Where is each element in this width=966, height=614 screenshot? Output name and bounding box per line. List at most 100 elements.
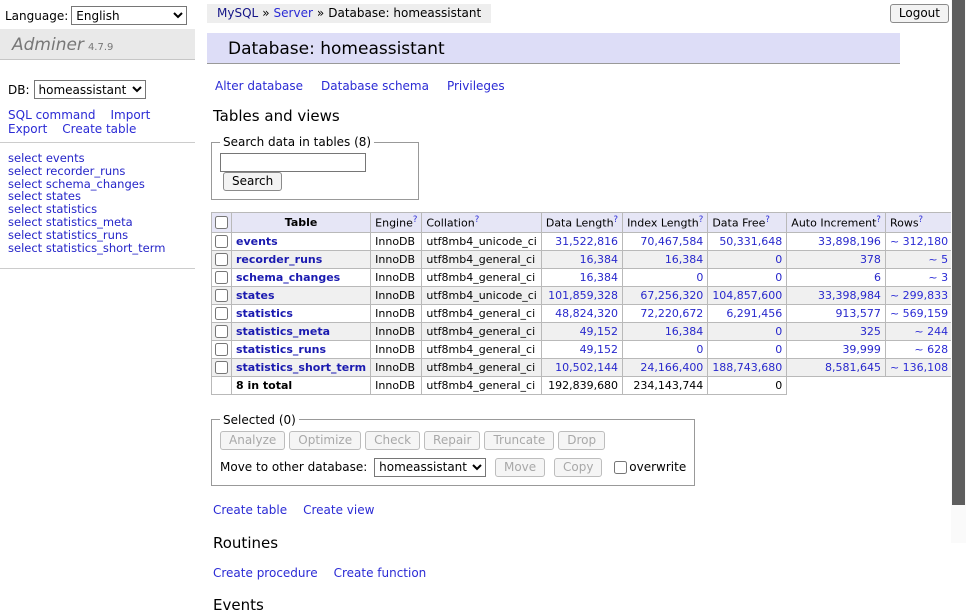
scrollbar-thumb[interactable] [952,0,965,505]
sidebar-table-links: select eventsselect recorder_runsselect … [0,143,195,262]
engine-cell: InnoDB [371,322,422,340]
help-link[interactable]: ? [876,215,881,225]
rows-count-link[interactable]: ~ 136,108 [890,361,948,374]
table-name-cell: states [232,286,371,304]
table-row: schema_changesInnoDButf8mb4_general_ci16… [212,268,966,286]
table-name-link[interactable]: states [236,289,275,302]
row-checkbox[interactable] [215,289,228,302]
rows-count-link[interactable]: ~ 3 [928,271,948,284]
table-name-link[interactable]: schema_changes [236,271,340,284]
column-header-collation: Collation? [422,213,541,233]
sidebar-select-link[interactable]: select statistics_meta [8,216,195,229]
table-name-cell: events [232,232,371,250]
sidebar-select-link[interactable]: select statistics_runs [8,229,195,242]
create-link[interactable]: Create view [303,503,374,517]
total-engine-cell: InnoDB [371,376,422,394]
sidebar-select-link[interactable]: select recorder_runs [8,165,195,178]
total-collation-cell: utf8mb4_general_ci [422,376,541,394]
column-header-auto-increment: Auto Increment? [787,213,886,233]
index-length-cell: 0 [623,340,708,358]
search-input[interactable] [220,153,366,172]
analyze-button[interactable]: Analyze [220,431,285,450]
check-button[interactable]: Check [365,431,420,450]
collation-cell: utf8mb4_unicode_ci [422,232,541,250]
vertical-scrollbar[interactable] [951,0,966,543]
database-action-link[interactable]: Privileges [447,79,505,93]
collation-cell: utf8mb4_general_ci [422,340,541,358]
data-length-cell: 16,384 [541,268,622,286]
routine-create-link[interactable]: Create procedure [213,566,318,580]
sidebar-action-link[interactable]: Import [110,108,150,122]
sidebar-select-link[interactable]: select events [8,152,195,165]
data-free-cell: 0 [708,322,787,340]
language-select[interactable]: English [71,6,187,25]
row-checkbox[interactable] [215,271,228,284]
row-checkbox[interactable] [215,307,228,320]
table-name-link[interactable]: statistics_short_term [236,361,366,374]
create-link[interactable]: Create table [213,503,287,517]
rows-count-cell: ~ 3 [885,268,952,286]
collation-cell: utf8mb4_general_ci [422,304,541,322]
truncate-button[interactable]: Truncate [484,431,554,450]
table-name-link[interactable]: statistics_runs [236,343,326,356]
help-link[interactable]: ? [765,215,770,225]
db-select[interactable]: homeassistant [34,80,146,99]
rows-count-link[interactable]: ~ 569,159 [890,307,948,320]
help-link[interactable]: ? [614,215,619,225]
row-checkbox[interactable] [215,253,228,266]
repair-button[interactable]: Repair [424,431,480,450]
table-name-link[interactable]: statistics_meta [236,325,330,338]
collation-cell: utf8mb4_general_ci [422,322,541,340]
row-checkbox[interactable] [215,343,228,356]
column-header-rows: Rows? [885,213,952,233]
rows-count-cell: ~ 569,159 [885,304,952,322]
search-button[interactable]: Search [223,172,282,191]
routine-links: Create procedure Create function [213,566,907,580]
database-action-link[interactable]: Alter database [215,79,303,93]
select-all-checkbox[interactable] [215,216,228,229]
index-length-cell: 24,166,400 [623,358,708,376]
help-link[interactable]: ? [475,215,480,225]
table-name-link[interactable]: events [236,235,278,248]
app-title-band: Adminer4.7.9 [0,29,195,60]
rows-count-link[interactable]: ~ 628 [914,343,948,356]
sidebar-select-link[interactable]: select statistics_short_term [8,242,195,255]
data-free-cell: 6,291,456 [708,304,787,322]
overwrite-checkbox[interactable] [614,461,627,474]
total-empty-cell [212,376,232,394]
routine-create-link[interactable]: Create function [334,566,427,580]
help-link[interactable]: ? [699,215,704,225]
copy-button[interactable]: Copy [554,458,602,477]
table-name-link[interactable]: statistics [236,307,293,320]
page-title: Database: homeassistant [207,33,900,64]
table-name-link[interactable]: recorder_runs [236,253,322,266]
index-length-cell: 0 [623,268,708,286]
table-name-cell: recorder_runs [232,250,371,268]
engine-cell: InnoDB [371,340,422,358]
total-data-length-cell: 192,839,680 [541,376,622,394]
sidebar-action-link[interactable]: Create table [62,122,136,136]
sidebar-action-link[interactable]: SQL command [8,108,95,122]
move-button[interactable]: Move [495,458,545,477]
collation-cell: utf8mb4_general_ci [422,250,541,268]
rows-count-link[interactable]: ~ 244 [914,325,948,338]
rows-count-cell: ~ 628 [885,340,952,358]
drop-button[interactable]: Drop [558,431,605,450]
optimize-button[interactable]: Optimize [289,431,361,450]
rows-count-link[interactable]: ~ 299,833 [890,289,948,302]
table-row: statesInnoDButf8mb4_unicode_ci101,859,32… [212,286,966,304]
auto-increment-cell: 33,898,196 [787,232,886,250]
help-link[interactable]: ? [413,215,418,225]
move-db-select[interactable]: homeassistant [374,458,486,477]
search-fieldset: Search data in tables (8) Search [211,135,419,200]
row-checkbox[interactable] [215,235,228,248]
rows-count-link[interactable]: ~ 5 [928,253,948,266]
rows-count-link[interactable]: ~ 312,180 [890,235,948,248]
data-length-cell: 49,152 [541,322,622,340]
help-link[interactable]: ? [919,215,924,225]
sidebar-action-link[interactable]: Export [8,122,47,136]
rows-count-cell: ~ 5 [885,250,952,268]
database-action-link[interactable]: Database schema [321,79,429,93]
row-checkbox[interactable] [215,361,228,374]
row-checkbox[interactable] [215,325,228,338]
